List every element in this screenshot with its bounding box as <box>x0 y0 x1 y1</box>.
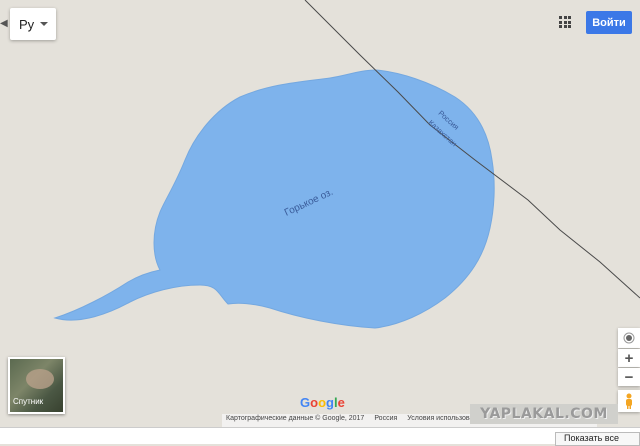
location-icon[interactable] <box>618 328 640 348</box>
pegman-icon[interactable] <box>618 390 640 412</box>
collapse-arrow-icon[interactable]: ◀ <box>0 14 8 34</box>
map-canvas[interactable]: Горькое оз. Россия Казахстан <box>0 0 640 443</box>
map-data-credit: Картографические данные © Google, 2017 <box>226 415 365 422</box>
show-all-button[interactable]: Показать все <box>555 432 640 446</box>
chevron-down-icon <box>40 22 48 26</box>
zoom-in-icon[interactable]: + <box>618 349 640 367</box>
language-label: Ру <box>19 16 35 32</box>
signin-button[interactable]: Войти <box>586 11 632 34</box>
language-select[interactable]: Ру <box>10 8 56 40</box>
satellite-toggle[interactable]: Спутник <box>8 357 65 414</box>
apps-icon[interactable] <box>559 16 571 28</box>
satellite-label: Спутник <box>13 397 44 406</box>
bottom-bar <box>0 427 640 444</box>
zoom-out-icon[interactable]: − <box>618 368 640 386</box>
google-logo: Google <box>300 395 345 410</box>
satellite-thumbnail <box>26 369 54 389</box>
watermark: YAPLAKAL.COM <box>470 404 618 424</box>
region-link[interactable]: Россия <box>374 415 397 427</box>
